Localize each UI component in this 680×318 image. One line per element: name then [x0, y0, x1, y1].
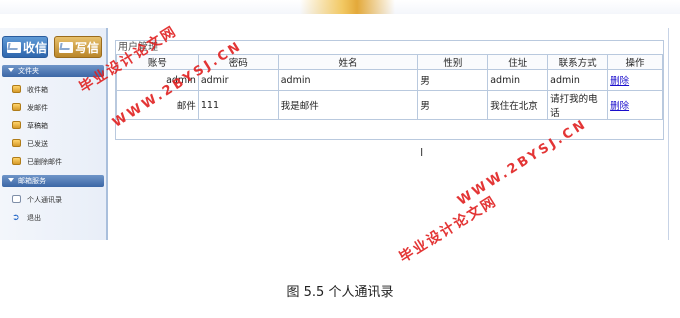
- sidebar-item-label: 已删除邮件: [27, 158, 62, 166]
- sidebar-item-label: 已发送: [27, 140, 48, 148]
- table-row: 邮件 111 我是邮件 男 我住在北京 请打我的电话 删除: [116, 90, 663, 120]
- sidebar-item-send-mail[interactable]: 发邮件: [12, 102, 48, 114]
- deleted-icon: [12, 157, 21, 165]
- service-section-header[interactable]: 邮箱服务: [2, 175, 104, 187]
- sidebar-item-label: 退出: [27, 214, 41, 222]
- sidebar-item-drafts[interactable]: 草稿箱: [12, 120, 48, 132]
- delete-link[interactable]: 删除: [610, 101, 629, 112]
- sidebar-item-contacts[interactable]: 个人通讯录: [12, 194, 62, 206]
- cell-password: 111: [197, 90, 279, 120]
- collapse-arrow-icon: [8, 68, 14, 72]
- cell-action: 删除: [607, 90, 663, 120]
- sidebar-item-logout[interactable]: ➲ 退出: [12, 212, 41, 224]
- inbox-icon: [12, 85, 21, 93]
- drafts-icon: [12, 121, 21, 129]
- cell-address: admin: [487, 69, 549, 91]
- cell-name: 我是邮件: [277, 90, 419, 120]
- send-mail-icon: [12, 103, 21, 111]
- delete-link[interactable]: 删除: [610, 76, 629, 87]
- sidebar-item-label: 收件箱: [27, 86, 48, 94]
- sidebar: 收信 写信 文件夹 收件箱 发邮件 草稿箱 已发送 已删除邮件 邮箱服务 个人通…: [0, 28, 108, 240]
- sidebar-item-sent[interactable]: 已发送: [12, 138, 48, 150]
- column-header: 联系方式: [547, 54, 609, 70]
- cell-contact: 请打我的电话: [547, 90, 609, 120]
- column-header: 住址: [487, 54, 549, 70]
- receive-button[interactable]: 收信: [2, 36, 48, 58]
- figure-caption: 图 5.5 个人通讯录: [286, 285, 394, 300]
- cell-contact: admin: [547, 69, 609, 91]
- service-title: 邮箱服务: [18, 177, 46, 185]
- folders-title: 文件夹: [18, 67, 39, 75]
- banner-decoration: [300, 0, 395, 14]
- collapse-arrow-icon: [8, 178, 14, 182]
- cell-action: 删除: [607, 69, 663, 91]
- top-spacer: [0, 14, 680, 28]
- cell-gender: 男: [417, 69, 489, 91]
- text-cursor-icon: I: [420, 146, 424, 159]
- sidebar-item-label: 发邮件: [27, 104, 48, 112]
- write-button[interactable]: 写信: [54, 36, 102, 58]
- logout-icon: ➲: [12, 213, 20, 223]
- column-header: 操作: [607, 54, 663, 70]
- column-header: 性别: [417, 54, 489, 70]
- sidebar-item-deleted[interactable]: 已删除邮件: [12, 156, 62, 168]
- sent-icon: [12, 139, 21, 147]
- sidebar-item-label: 草稿箱: [27, 122, 48, 130]
- receive-label: 收信: [23, 41, 48, 55]
- cell-name: admin: [277, 69, 419, 91]
- contacts-icon: [12, 195, 21, 203]
- column-header: 姓名: [277, 54, 419, 70]
- compose-icon: [59, 42, 73, 53]
- write-label: 写信: [75, 41, 100, 55]
- cell-address: 我住在北京: [487, 90, 549, 120]
- sidebar-item-label: 个人通讯录: [27, 196, 62, 204]
- envelope-icon: [7, 42, 21, 53]
- cell-gender: 男: [417, 90, 489, 120]
- sidebar-item-inbox[interactable]: 收件箱: [12, 84, 48, 96]
